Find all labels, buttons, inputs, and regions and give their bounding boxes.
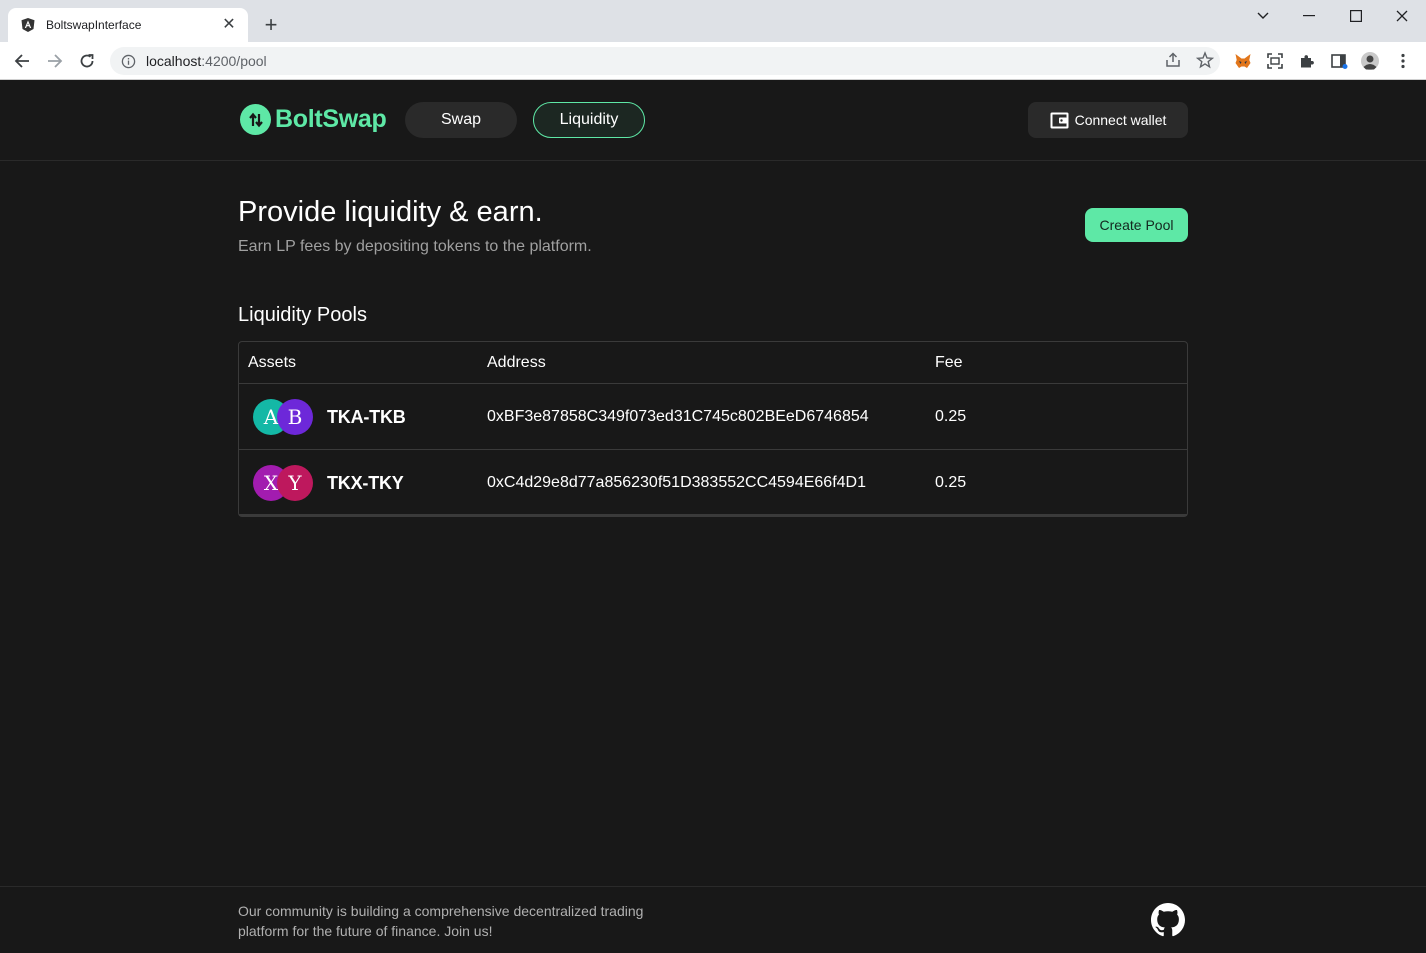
bookmark-star-icon[interactable] <box>1195 51 1215 74</box>
token-pair-icons: A B <box>253 399 315 435</box>
logo-text: BoltSwap <box>275 105 387 133</box>
table-row[interactable]: X Y TKX-TKY 0xC4d29e8d77a856230f51D38355… <box>239 450 1187 516</box>
boltswap-logo[interactable]: BoltSwap <box>240 104 387 135</box>
connect-wallet-label: Connect wallet <box>1074 112 1167 128</box>
footer-text: Our community is building a comprehensiv… <box>238 903 644 939</box>
address-bar[interactable]: localhost:4200/pool <box>110 47 1220 75</box>
tab-search-icon[interactable] <box>1248 6 1278 26</box>
angular-favicon-icon <box>20 17 36 33</box>
browser-toolbar: localhost:4200/pool <box>0 42 1426 80</box>
table-header-row: Assets Address Fee <box>239 342 1187 384</box>
browser-tab-strip: BoltswapInterface ✕ + <box>0 0 1426 42</box>
nav-swap-button[interactable]: Swap <box>405 102 517 138</box>
column-header-address: Address <box>487 354 546 371</box>
profile-avatar-icon[interactable] <box>1360 51 1380 71</box>
github-icon[interactable] <box>1151 903 1185 937</box>
token-pair-icons: X Y <box>253 465 315 501</box>
pool-fee: 0.25 <box>935 474 967 491</box>
boltswap-swap-arrows-icon <box>240 104 271 135</box>
site-info-icon[interactable] <box>120 53 136 69</box>
page-subtitle: Earn LP fees by depositing tokens to the… <box>238 238 592 255</box>
window-close-icon[interactable] <box>1387 6 1417 26</box>
pool-fee: 0.25 <box>935 408 967 425</box>
side-panel-icon[interactable] <box>1329 51 1349 71</box>
pool-address: 0xBF3e87858C349f073ed31C745c802BEeD67468… <box>487 408 869 425</box>
create-pool-button[interactable]: Create Pool <box>1085 208 1188 242</box>
maximize-icon[interactable] <box>1341 6 1371 26</box>
token-b-icon: B <box>277 399 313 435</box>
minimize-icon[interactable] <box>1294 6 1324 26</box>
liquidity-pools-heading: Liquidity Pools <box>238 304 367 326</box>
table-row[interactable]: A B TKA-TKB 0xBF3e87858C349f073ed31C745c… <box>239 384 1187 450</box>
pool-pair-name: TKA-TKB <box>327 407 406 427</box>
column-header-assets: Assets <box>248 354 297 371</box>
close-tab-icon[interactable]: ✕ <box>220 16 238 34</box>
app-header: BoltSwap Swap Liquidity Connect wallet <box>0 80 1426 161</box>
new-tab-icon[interactable]: + <box>259 13 283 37</box>
tab-title: BoltswapInterface <box>46 18 142 32</box>
metamask-fox-icon[interactable] <box>1233 51 1253 71</box>
pool-address: 0xC4d29e8d77a856230f51D383552CC4594E66f4… <box>487 474 866 491</box>
page-title: Provide liquidity & earn. <box>238 196 543 228</box>
share-icon[interactable] <box>1164 51 1182 74</box>
column-header-fee: Fee <box>935 354 963 371</box>
pool-pair-name: TKX-TKY <box>327 473 404 493</box>
url-text: localhost:4200/pool <box>146 53 267 69</box>
browser-menu-icon[interactable] <box>1393 51 1413 71</box>
screenshot-icon[interactable] <box>1265 51 1285 71</box>
connect-wallet-button[interactable]: Connect wallet <box>1028 102 1188 138</box>
back-icon[interactable] <box>12 51 32 71</box>
extensions-puzzle-icon[interactable] <box>1297 51 1317 71</box>
browser-tab[interactable]: BoltswapInterface ✕ <box>8 8 248 42</box>
token-b-icon: Y <box>277 465 313 501</box>
forward-icon[interactable] <box>45 51 65 71</box>
liquidity-pools-table: Assets Address Fee A B TKA-TKB 0xBF3e878… <box>238 341 1188 517</box>
footer: Our community is building a comprehensiv… <box>0 886 1426 953</box>
nav-liquidity-button[interactable]: Liquidity <box>533 102 645 138</box>
wallet-icon <box>1050 112 1069 129</box>
reload-icon[interactable] <box>77 51 97 71</box>
